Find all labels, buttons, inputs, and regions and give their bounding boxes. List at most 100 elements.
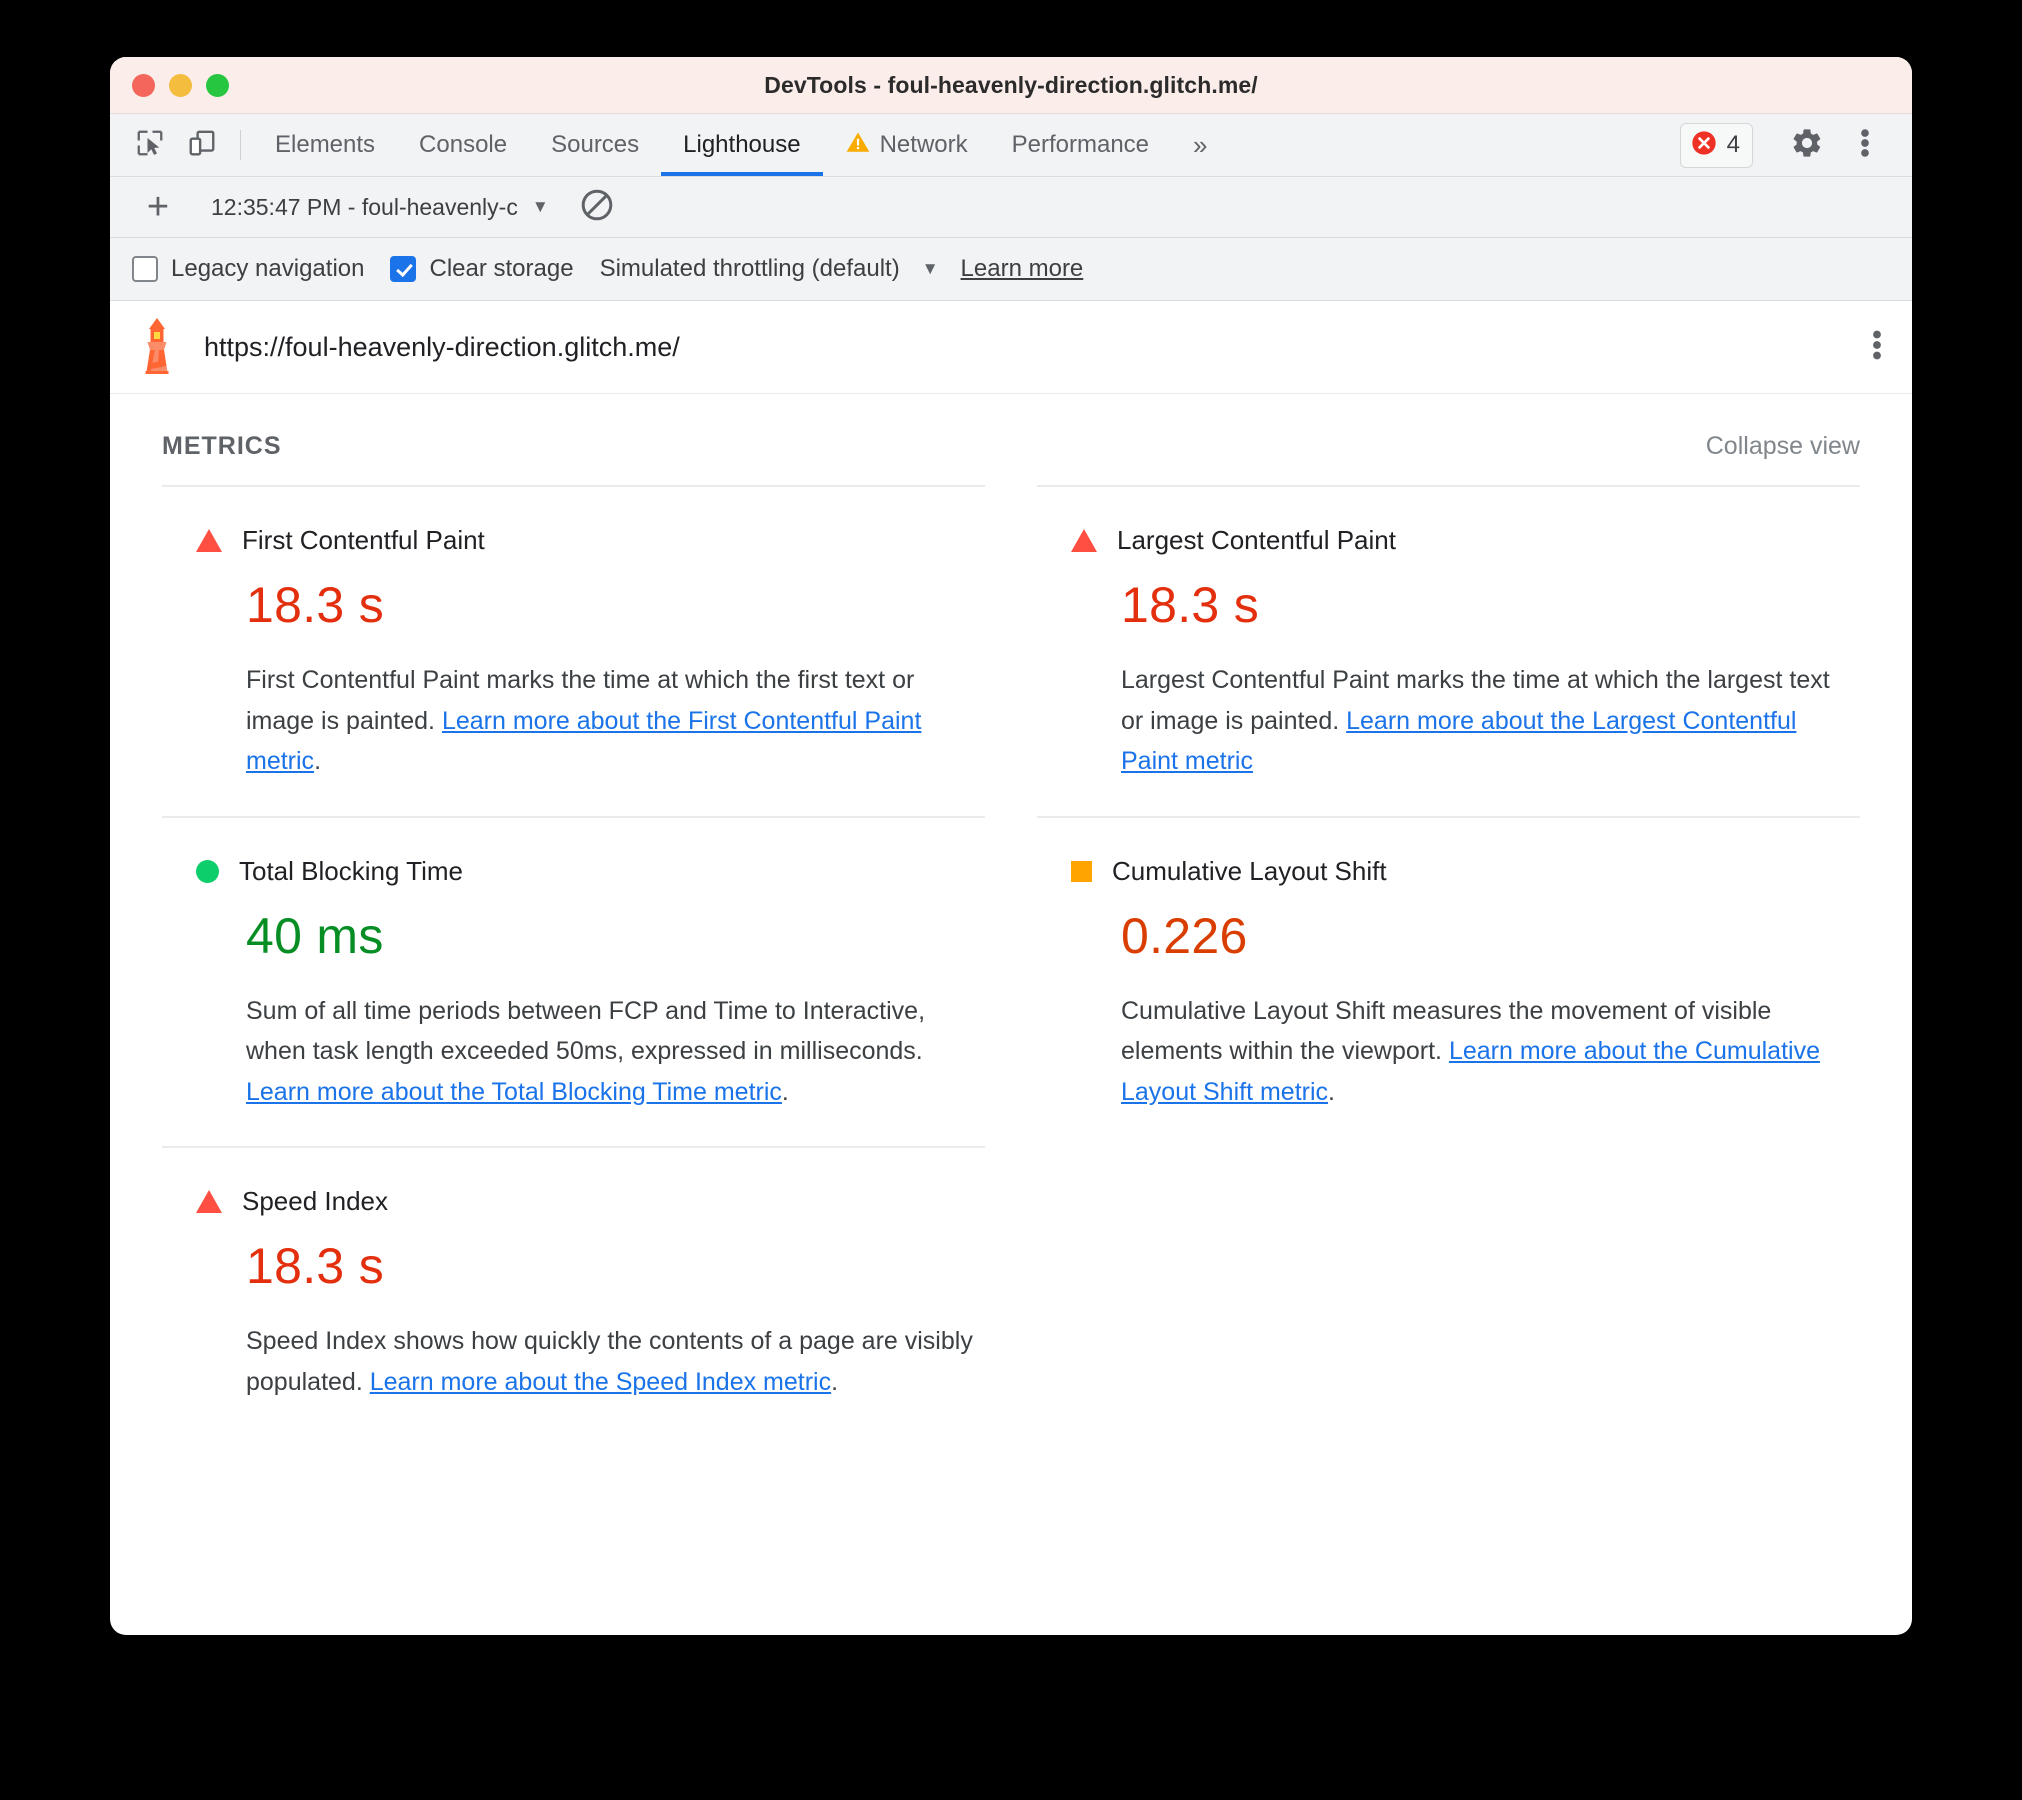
tab-performance-label: Performance	[1011, 131, 1150, 158]
report-url-text: https://foul-heavenly-direction.glitch.m…	[204, 331, 680, 362]
metric-description-suffix: .	[1328, 1077, 1335, 1106]
tab-performance[interactable]: Performance	[990, 114, 1171, 176]
inspect-element-button[interactable]	[124, 114, 176, 176]
triangle-fail-icon	[196, 529, 222, 552]
window-titlebar: DevTools - foul-heavenly-direction.glitc…	[110, 57, 1912, 114]
double-chevron-right-icon: »	[1193, 129, 1208, 160]
metric-learn-more-link[interactable]: Learn more about the Speed Index metric	[370, 1368, 831, 1396]
devtools-window: DevTools - foul-heavenly-direction.glitc…	[110, 57, 1912, 1635]
metric-value: 0.226	[1121, 907, 1248, 964]
throttling-label: Simulated throttling (default)	[599, 255, 900, 282]
maximize-window-button[interactable]	[206, 73, 229, 97]
window-title: DevTools - foul-heavenly-direction.glitc…	[764, 71, 1258, 98]
triangle-fail-icon	[1071, 529, 1097, 552]
report-menu-button[interactable]	[1872, 327, 1882, 368]
metric-card-largest-contentful-paint[interactable]: Largest Contentful Paint 18.3 s Largest …	[1037, 485, 1860, 816]
circle-pass-icon	[196, 859, 219, 883]
triangle-fail-icon	[196, 1190, 222, 1213]
devtools-main-menu-button[interactable]	[1836, 126, 1894, 165]
minimize-window-button[interactable]	[169, 73, 192, 97]
metric-title: Largest Contentful Paint	[1117, 525, 1396, 555]
metric-description-suffix: .	[831, 1367, 839, 1396]
metric-header: First Contentful Paint	[166, 525, 981, 556]
clear-storage-label: Clear storage	[429, 255, 574, 282]
metric-header: Largest Contentful Paint	[1041, 525, 1856, 556]
report-select-dropdown[interactable]: 12:35:47 PM - foul-heavenly-c ▼	[211, 194, 549, 221]
error-count-badge[interactable]: 4	[1679, 122, 1753, 168]
settings-learn-more-link[interactable]: Learn more	[961, 255, 1084, 283]
report-select-label: 12:35:47 PM - foul-heavenly-c	[211, 193, 518, 220]
tab-elements[interactable]: Elements	[253, 114, 397, 176]
metric-card-total-blocking-time[interactable]: Total Blocking Time 40 ms Sum of all tim…	[162, 815, 985, 1147]
metric-description-suffix: .	[314, 747, 322, 775]
toolbar-divider	[240, 130, 241, 160]
metric-description-text: Sum of all time periods between FCP and …	[246, 996, 926, 1066]
clear-storage-checkbox[interactable]: Clear storage	[390, 255, 574, 283]
metric-value: 18.3 s	[1121, 577, 1260, 633]
more-tabs-button[interactable]: »	[1171, 114, 1229, 176]
lighthouse-report: METRICS Collapse view First Contentful P…	[110, 394, 1912, 1436]
tab-console-label: Console	[419, 131, 508, 158]
metric-description: Sum of all time periods between FCP and …	[246, 991, 976, 1113]
legacy-navigation-checkbox-box[interactable]	[132, 256, 158, 282]
legacy-navigation-label: Legacy navigation	[171, 255, 365, 282]
metric-value: 40 ms	[246, 907, 384, 964]
device-toolbar-icon	[187, 128, 217, 163]
clear-all-reports-button[interactable]	[579, 187, 615, 228]
metric-description: Cumulative Layout Shift measures the mov…	[1121, 991, 1851, 1113]
error-count-label: 4	[1726, 131, 1740, 158]
inspect-cursor-icon	[135, 128, 165, 163]
warning-triangle-icon	[845, 129, 871, 162]
metrics-grid: First Contentful Paint 18.3 s First Cont…	[148, 461, 1874, 1436]
error-circle-icon	[1690, 129, 1718, 162]
tab-console[interactable]: Console	[397, 114, 529, 176]
square-average-icon	[1071, 860, 1092, 882]
devtools-tabbar: Elements Console Sources Lighthouse Netw…	[110, 114, 1912, 177]
lighthouse-settings-bar: Legacy navigation Clear storage Simulate…	[110, 238, 1912, 301]
tab-sources[interactable]: Sources	[529, 114, 661, 176]
metric-card-speed-index[interactable]: Speed Index 18.3 s Speed Index shows how…	[162, 1146, 985, 1436]
metric-title: Cumulative Layout Shift	[1112, 855, 1387, 886]
three-dots-vertical-icon	[1860, 126, 1870, 165]
tabbar-right-controls: 4	[1679, 114, 1912, 176]
clear-storage-checkbox-box[interactable]	[390, 256, 417, 282]
throttling-chevron-down-icon[interactable]: ▼	[922, 259, 939, 279]
metric-header: Speed Index	[166, 1186, 981, 1217]
metric-value: 18.3 s	[246, 577, 385, 633]
clear-all-icon	[579, 187, 615, 228]
metrics-section-header: METRICS Collapse view	[148, 394, 1874, 461]
metric-title: First Contentful Paint	[242, 525, 485, 555]
lighthouse-icon	[134, 316, 180, 379]
tab-network-label: Network	[879, 131, 968, 158]
metrics-section-title: METRICS	[162, 432, 282, 460]
tab-lighthouse-label: Lighthouse	[683, 131, 801, 158]
gear-icon	[1790, 126, 1824, 165]
report-url-header: https://foul-heavenly-direction.glitch.m…	[110, 301, 1912, 394]
devtools-settings-button[interactable]	[1778, 126, 1836, 165]
metric-title: Speed Index	[242, 1186, 389, 1216]
metric-description-suffix: .	[781, 1077, 789, 1106]
metric-description: First Contentful Paint marks the time at…	[246, 660, 976, 782]
tab-network[interactable]: Network	[823, 114, 990, 176]
metric-description: Largest Contentful Paint marks the time …	[1121, 660, 1851, 782]
metric-card-first-contentful-paint[interactable]: First Contentful Paint 18.3 s First Cont…	[162, 485, 985, 816]
metric-value: 18.3 s	[246, 1238, 385, 1294]
chevron-down-icon: ▼	[531, 197, 549, 216]
new-report-button[interactable]: +	[130, 188, 186, 226]
tab-sources-label: Sources	[551, 131, 640, 158]
metric-learn-more-link[interactable]: Learn more about the Total Blocking Time…	[246, 1078, 782, 1106]
metric-card-cumulative-layout-shift[interactable]: Cumulative Layout Shift 0.226 Cumulative…	[1037, 815, 1860, 1147]
metric-header: Cumulative Layout Shift	[1041, 856, 1856, 887]
metric-description: Speed Index shows how quickly the conten…	[246, 1321, 976, 1402]
window-traffic-lights	[132, 73, 229, 97]
close-window-button[interactable]	[132, 73, 155, 97]
tab-elements-label: Elements	[275, 131, 376, 158]
metric-title: Total Blocking Time	[239, 855, 463, 886]
toggle-device-toolbar-button[interactable]	[176, 114, 228, 176]
tab-lighthouse[interactable]: Lighthouse	[661, 114, 824, 176]
collapse-view-button[interactable]: Collapse view	[1706, 432, 1860, 461]
lighthouse-runbar: + 12:35:47 PM - foul-heavenly-c ▼	[110, 177, 1912, 238]
metric-header: Total Blocking Time	[166, 856, 981, 887]
three-dots-vertical-icon	[1872, 327, 1882, 368]
legacy-navigation-checkbox[interactable]: Legacy navigation	[132, 255, 364, 283]
